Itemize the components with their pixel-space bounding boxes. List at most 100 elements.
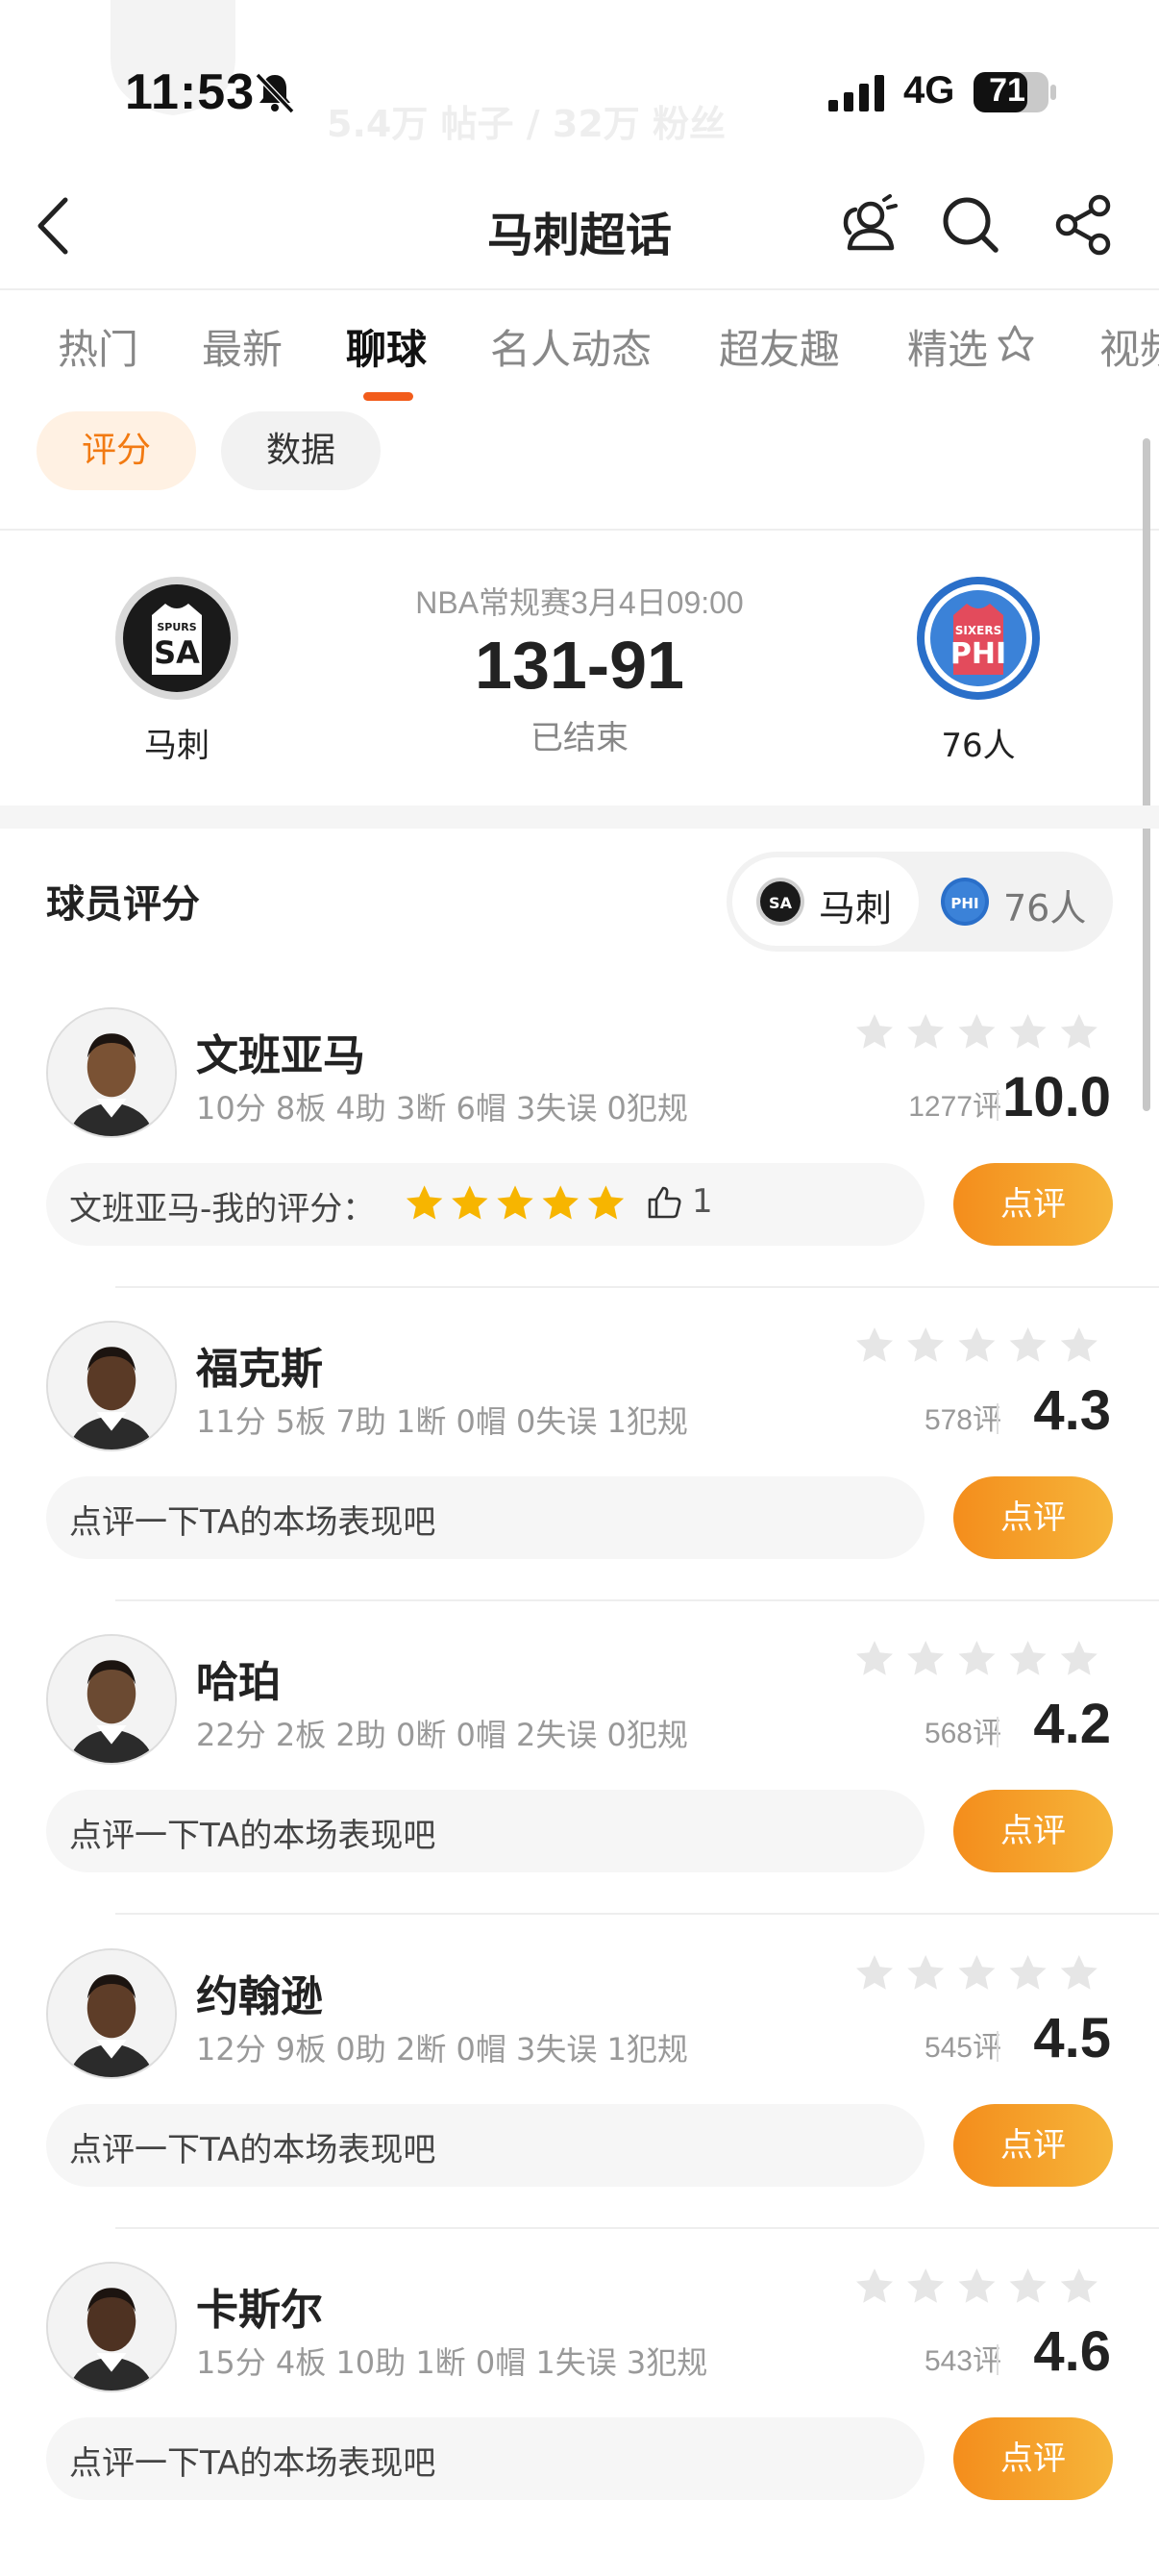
star-icon [1060,1327,1097,1362]
people-icon[interactable] [834,190,903,260]
star-icon [958,1641,996,1675]
rating-stars [856,2268,1097,2303]
rate-button[interactable]: 点评 [953,1163,1113,1246]
rating-score: 4.5 [1033,2007,1111,2069]
rating-count: 543评 [924,2345,1001,2377]
comment-prompt[interactable]: 点评一下TA的本场表现吧 [46,1476,925,1559]
rating-divider [997,1403,999,1434]
rating-count: 578评 [924,1404,1001,1436]
tab-bar: 热门 最新 聊球 名人动态 超友趣 精选 视频 [0,317,1159,394]
sixers-logo-small: SIXERS [955,624,1001,637]
rate-button[interactable]: 点评 [953,1790,1113,1872]
comment-prompt[interactable]: 点评一下TA的本场表现吧 [46,2104,925,2187]
status-time: 11:53 [125,64,256,120]
rating-stars [856,1327,1097,1362]
tab-featured[interactable]: 精选 [907,317,1034,376]
sixers-logo: SIXERS PHI [917,577,1040,700]
comment-prompt-text: 文班亚马-我的评分： [69,1190,376,1228]
rating-count: 545评 [924,2032,1001,2064]
section-gap [0,805,1159,829]
player-photo [48,2264,175,2390]
star-icon [1009,1327,1047,1362]
share-icon[interactable] [1049,190,1119,260]
rating-score: 4.6 [1033,2320,1111,2383]
player-avatar[interactable] [46,2262,177,2392]
player-name[interactable]: 哈珀 [196,1647,281,1709]
player-row: 哈珀 22分 2板 2助 0断 0帽 2失误 0犯规 568评 4.2 点评一下TA的本… [0,1634,1159,1948]
player-photo [48,1009,175,1136]
star-icon [1060,1641,1097,1675]
rate-button[interactable]: 点评 [953,1476,1113,1559]
star-icon [1009,1955,1047,1990]
player-avatar[interactable] [46,1321,177,1451]
comment-prompt-text: 点评一下TA的本场表现吧 [69,1503,436,1542]
rating-divider [997,1090,999,1121]
away-team-name: 76人 [941,727,1016,765]
star-icon [958,2268,996,2303]
toggle-label-spurs: 马刺 [819,887,893,929]
player-row: 约翰逊 12分 9板 0助 2断 0帽 3失误 1犯规 545评 4.5 点评一下TA的… [0,1948,1159,2263]
tab-latest[interactable]: 最新 [202,317,283,376]
comment-prompt[interactable]: 点评一下TA的本场表现吧 [46,1790,925,1872]
player-row: 卡斯尔 15分 4板 10助 1断 0帽 1失误 3犯规 543评 4.6 点评一下TA… [0,2262,1159,2576]
player-name[interactable]: 文班亚马 [196,1021,365,1082]
player-name[interactable]: 福克斯 [196,1334,323,1396]
player-avatar[interactable] [46,1948,177,2079]
rating-divider [997,2031,999,2062]
comment-prompt[interactable]: 点评一下TA的本场表现吧 [46,2417,925,2500]
star-icon [856,1327,893,1362]
player-row: 文班亚马 10分 8板 4助 3断 6帽 3失误 0犯规 1277评 10.0 文班亚马… [0,1007,1159,1322]
star-icon [1060,1014,1097,1049]
player-avatar[interactable] [46,1634,177,1765]
battery-level: 71 [989,72,1025,109]
subtab-rating[interactable]: 评分 [37,411,196,490]
subtab-data[interactable]: 数据 [221,411,381,490]
thumb-up-icon[interactable] [646,1184,682,1221]
bell-slash-icon [255,72,295,114]
tab-featured-label: 精选 [907,326,989,373]
player-stats: 10分 8板 4助 3断 6帽 3失误 0犯规 [196,1090,688,1127]
star-icon [907,1641,945,1675]
star-icon [1060,2268,1097,2303]
player-name[interactable]: 约翰逊 [196,1962,323,2023]
star-icon [856,2268,893,2303]
player-photo [48,1636,175,1763]
comment-prompt[interactable]: 文班亚马-我的评分： 1 [46,1163,925,1246]
rating-count: 568评 [924,1718,1001,1749]
my-rating-stars [406,1185,625,1220]
svg-text:SA: SA [769,894,793,912]
star-icon [907,2268,945,2303]
player-name[interactable]: 卡斯尔 [196,2275,323,2337]
player-stats: 12分 9板 0助 2断 0帽 3失误 1犯规 [196,2031,688,2068]
rating-stars [856,1014,1097,1049]
rating-score: 4.2 [1033,1693,1111,1755]
game-meta: NBA常规赛3月4日09:00 [415,585,744,620]
tab-hot[interactable]: 热门 [58,317,138,376]
star-icon [452,1185,488,1220]
comment-prompt-text: 点评一下TA的本场表现吧 [69,2444,436,2483]
player-avatar[interactable] [46,1007,177,1138]
rate-button[interactable]: 点评 [953,2417,1113,2500]
tab-chat[interactable]: 聊球 [346,317,427,376]
star-icon [406,1185,443,1220]
rate-button[interactable]: 点评 [953,2104,1113,2187]
player-row: 福克斯 11分 5板 7助 1断 0帽 0失误 1犯规 578评 4.3 点评一下TA的… [0,1321,1159,1635]
tab-celebrity[interactable]: 名人动态 [490,317,652,376]
player-stats: 22分 2板 2助 0断 0帽 2失误 0犯规 [196,1717,688,1753]
nav-divider [0,288,1159,290]
team-toggle-sixers[interactable]: 76人 [1003,879,1086,931]
star-icon [856,1641,893,1675]
star-icon [958,1955,996,1990]
search-icon[interactable] [936,190,1005,260]
star-icon [958,1014,996,1049]
player-stats: 15分 4板 10助 1断 0帽 1失误 3犯规 [196,2344,708,2381]
rating-score: 10.0 [1002,1066,1111,1128]
star-icon [856,1955,893,1990]
rating-divider [997,1717,999,1747]
rating-divider [997,2344,999,2375]
tab-video[interactable]: 视频 [1099,317,1159,376]
star-icon [1060,1955,1097,1990]
tab-fans[interactable]: 超友趣 [719,317,840,376]
star-icon [1009,1641,1047,1675]
comment-prompt-text: 点评一下TA的本场表现吧 [69,2131,436,2169]
